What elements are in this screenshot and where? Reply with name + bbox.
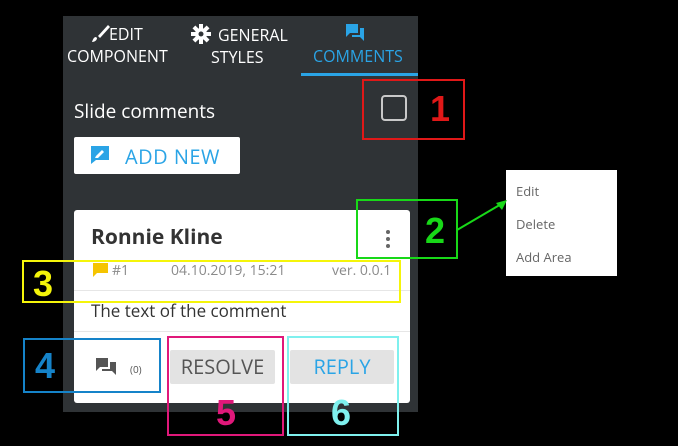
annotation-number-3: 3 <box>33 263 54 304</box>
divider <box>74 331 410 332</box>
annotation-number-6: 6 <box>331 392 352 433</box>
comment-context-menu: Edit Delete Add Area <box>506 170 617 276</box>
tab-general-styles[interactable]: GENERAL STYLES <box>175 16 301 76</box>
tab-general-label-2: STYLES <box>211 46 264 68</box>
annotation-box-3 <box>22 260 401 303</box>
annotation-number-4: 4 <box>35 345 56 386</box>
tab-comments-label: COMMENTS <box>313 45 403 67</box>
menu-item-delete[interactable]: Delete <box>516 215 555 233</box>
panel-tabs: EDIT COMPONENT GENERAL STYLES COMMENTS <box>63 16 418 76</box>
tab-comments[interactable]: COMMENTS <box>301 16 418 76</box>
menu-item-add-area[interactable]: Add Area <box>516 248 572 266</box>
tab-general-label-1: GENERAL <box>218 24 288 46</box>
add-new-button[interactable]: ADD NEW <box>74 137 240 174</box>
tab-edit-label-2: COMPONENT <box>67 45 168 67</box>
tab-edit-label-1: EDIT <box>109 23 143 45</box>
slide-comments-title: Slide comments <box>74 98 216 124</box>
annotation-arrow <box>456 200 507 231</box>
comments-icon <box>346 24 364 41</box>
add-comment-icon <box>91 146 109 164</box>
annotation-number-2: 2 <box>425 210 446 251</box>
gear-icon <box>191 24 211 44</box>
brush-icon <box>92 25 110 42</box>
annotation-number-1: 1 <box>430 88 451 129</box>
add-new-label: ADD NEW <box>125 143 221 170</box>
menu-item-edit[interactable]: Edit <box>516 182 539 200</box>
annotation-number-5: 5 <box>216 392 237 433</box>
comment-author: Ronnie Kline <box>91 223 223 251</box>
tab-edit-component[interactable]: EDIT COMPONENT <box>63 16 175 76</box>
